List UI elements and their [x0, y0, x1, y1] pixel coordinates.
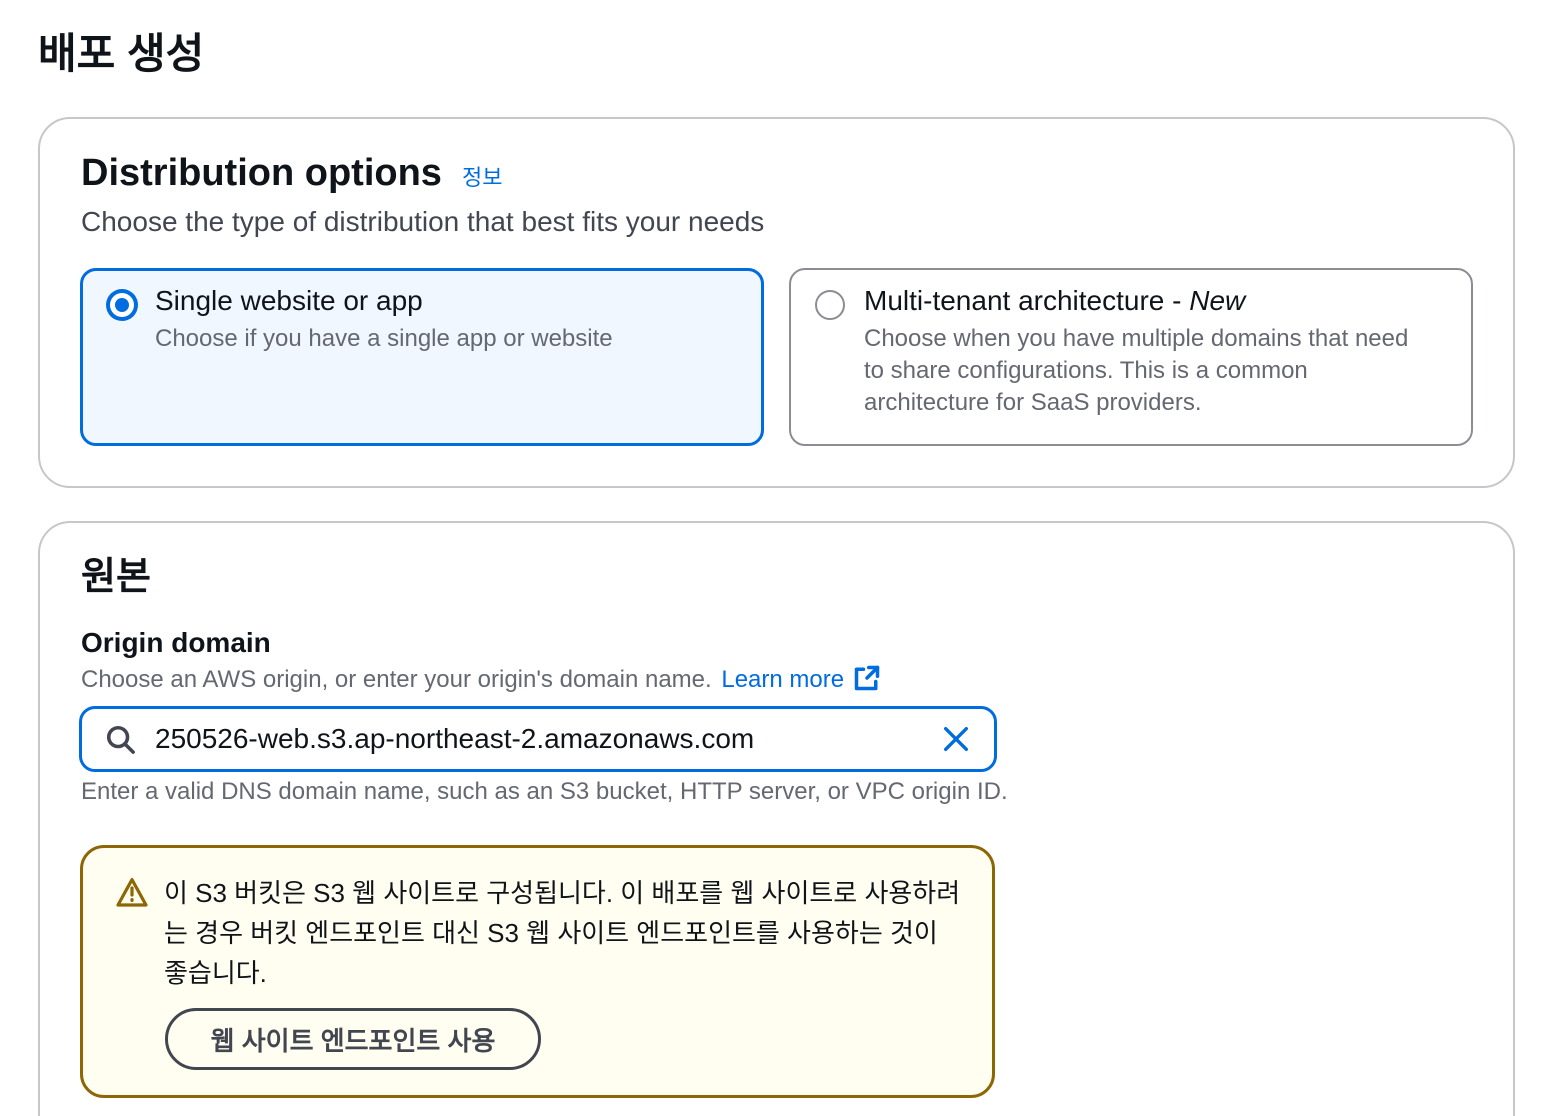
tile-description: Choose when you have multiple domains th…	[864, 325, 1409, 416]
origin-heading: 원본	[81, 556, 151, 598]
tile-text: Multi-tenant architecture - New Choose w…	[864, 283, 1424, 419]
info-link[interactable]: 정보	[462, 165, 502, 190]
warning-alert-message: 이 S3 버킷은 S3 웹 사이트로 구성됩니다. 이 배포를 웹 사이트로 사…	[164, 878, 961, 988]
origin-domain-field	[79, 706, 997, 772]
distribution-options-description: Choose the type of distribution that bes…	[81, 206, 765, 237]
tile-title: Single website or app	[155, 285, 423, 316]
origin-domain-description-text: Choose an AWS origin, or enter your orig…	[81, 666, 712, 693]
radio-single-website-or-app[interactable]	[106, 289, 138, 321]
warning-icon	[116, 876, 148, 908]
tile-title: Multi-tenant architecture - New	[864, 283, 1424, 319]
origin-domain-input[interactable]	[82, 709, 994, 769]
page-title: 배포 생성	[38, 30, 205, 77]
tile-title-text: Multi-tenant architecture -	[864, 285, 1182, 316]
learn-more-link[interactable]: Learn more	[721, 664, 881, 693]
clear-input-button[interactable]	[941, 724, 971, 754]
close-icon	[941, 724, 971, 754]
new-badge: New	[1189, 285, 1246, 316]
warning-alert: 이 S3 버킷은 S3 웹 사이트로 구성됩니다. 이 배포를 웹 사이트로 사…	[80, 845, 995, 1098]
external-link-icon	[853, 664, 881, 692]
learn-more-label: Learn more	[721, 666, 845, 693]
use-website-endpoint-button[interactable]: 웹 사이트 엔드포인트 사용	[165, 1008, 541, 1070]
distribution-options-container: Distribution options 정보 Choose the type o…	[38, 117, 1515, 488]
origin-domain-description: Choose an AWS origin, or enter your orig…	[81, 664, 881, 696]
tile-single-website-or-app[interactable]: Single website or app Choose if you have…	[80, 268, 764, 446]
origin-container: 원본 Origin domain Choose an AWS origin, o…	[38, 521, 1515, 1116]
radio-multi-tenant-architecture[interactable]	[815, 290, 845, 320]
tile-description: Choose if you have a single app or websi…	[155, 325, 613, 352]
tile-multi-tenant-architecture[interactable]: Multi-tenant architecture - New Choose w…	[789, 268, 1473, 446]
distribution-options-heading: Distribution options	[81, 152, 442, 194]
tile-text: Single website or app Choose if you have…	[155, 283, 715, 355]
origin-domain-label: Origin domain	[81, 627, 271, 658]
distribution-options-header: Distribution options 정보	[81, 150, 502, 201]
origin-domain-constraint: Enter a valid DNS domain name, such as a…	[81, 778, 1008, 805]
